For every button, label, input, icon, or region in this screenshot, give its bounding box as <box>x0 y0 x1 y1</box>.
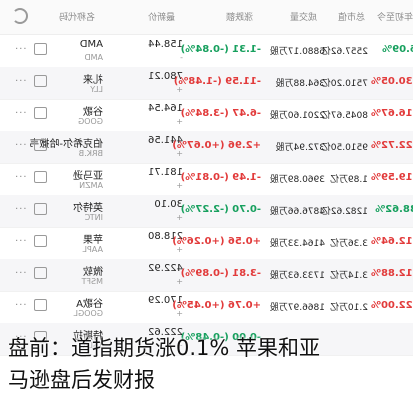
table-row[interactable]: 伯克希尔-哈撒韦 BRK.B 441.56 + +2.96 (+0.67%) 372.94… <box>0 131 413 164</box>
volume: 4164.33万股 <box>269 239 325 249</box>
table-header: 名称代码 最新价 涨跌额 成交量 总市值 年初至今 <box>0 0 413 35</box>
volume: 1866.97万股 <box>269 303 325 313</box>
change-value: +2.96 (+0.67%) <box>172 140 261 151</box>
stock-code: INTC <box>84 213 103 222</box>
market-cap: 9510.50亿 <box>321 143 368 153</box>
ytd-change: +19.59% <box>370 172 413 183</box>
table-row[interactable]: AMD AMD 158.44- -1.31 (-0.84%) 6880.17万股 2557… <box>0 35 413 68</box>
comment-icon[interactable] <box>34 139 47 151</box>
market-cap: 3.36万亿 <box>329 239 368 249</box>
volume: 4876.66万股 <box>269 207 325 217</box>
market-cap: 1282.62亿 <box>321 207 368 217</box>
stock-code: GOOGL <box>73 309 103 318</box>
caption-line-2: 马逊盘后发财报 <box>8 368 155 392</box>
change-value: +0.76 (+0.45%) <box>172 300 261 311</box>
change-value: +0.56 (+0.26%) <box>172 236 261 247</box>
ytd-change: +22.72% <box>370 140 413 151</box>
stock-code: LLY <box>90 85 103 94</box>
market-cap: 1.89万亿 <box>329 175 368 185</box>
market-cap: 3.14万亿 <box>329 271 368 281</box>
stock-name: 英特尔 <box>73 203 103 214</box>
stock-code: MSFT <box>81 277 103 286</box>
more-icon[interactable]: ··· <box>14 300 27 311</box>
col-volume[interactable]: 成交量 <box>290 10 317 23</box>
last-price: 181.71 <box>148 167 183 178</box>
table-row[interactable]: 礼来 LLY 780.21 + -11.59 (-1.48%) 364.88万股 7510.… <box>0 67 413 100</box>
ytd-change: -38.62% <box>375 204 413 215</box>
ytd-change: -6.09% <box>382 44 413 55</box>
volume: 3960.89万股 <box>269 175 325 185</box>
ytd-change: +12.88% <box>370 268 413 279</box>
stock-name: 亚马逊 <box>73 171 103 182</box>
col-name[interactable]: 名称代码 <box>59 10 95 23</box>
comment-icon[interactable] <box>34 299 47 311</box>
last-price: 158.44 <box>148 39 183 50</box>
caption-line-1: 盘前：道指期货涨0.1% 苹果和亚 <box>8 336 321 360</box>
more-icon[interactable]: ··· <box>14 108 27 119</box>
change-value: -3.81 (-0.89%) <box>180 268 261 279</box>
stock-code: BRK.B <box>78 149 103 158</box>
stock-name: 礼来 <box>83 75 103 86</box>
last-price: 164.54 <box>148 103 183 114</box>
comment-icon[interactable] <box>34 203 47 215</box>
ytd-change: +12.64% <box>370 236 413 247</box>
change-value: -6.47 (-3.84%) <box>180 108 261 119</box>
comment-icon[interactable] <box>34 75 47 87</box>
comment-icon[interactable] <box>34 43 47 55</box>
table-row[interactable]: 微软 MSFT 422.92 + -3.81 (-0.89%) 1733.63万股 3.14… <box>0 259 413 292</box>
comment-icon[interactable] <box>34 267 47 279</box>
market-cap: 7510.20亿 <box>321 79 368 89</box>
news-caption: 盘前：道指期货涨0.1% 苹果和亚 马逊盘后发财报 <box>0 322 413 400</box>
more-icon[interactable]: ··· <box>14 76 27 87</box>
stock-name: AMD <box>79 39 103 50</box>
comment-icon[interactable] <box>34 171 47 183</box>
more-icon[interactable]: ··· <box>14 44 27 55</box>
table-row[interactable]: 谷歌 GOOG 164.54 + -6.47 (-3.84%) 2201.60万股 8045… <box>0 99 413 132</box>
more-icon[interactable]: ··· <box>14 236 27 247</box>
col-change[interactable]: 涨跌额 <box>226 10 253 23</box>
volume: 372.94万股 <box>275 143 326 153</box>
ytd-change: +16.67% <box>370 108 413 119</box>
stock-code: AMZN <box>79 181 103 190</box>
market-cap: 2.10万亿 <box>329 303 368 313</box>
ytd-change: +22.00% <box>370 300 413 311</box>
volume: 6880.17万股 <box>269 47 325 57</box>
change-value: -1.31 (-0.84%) <box>180 44 261 55</box>
more-icon[interactable]: ··· <box>14 268 27 279</box>
volume: 364.88万股 <box>275 79 326 89</box>
stock-code: AMD <box>84 53 103 62</box>
more-icon[interactable]: ··· <box>14 204 27 215</box>
volume: 2201.60万股 <box>269 111 325 121</box>
volume: 1733.63万股 <box>269 271 325 281</box>
stock-name: 谷歌A <box>76 299 103 310</box>
col-price[interactable]: 最新价 <box>148 10 175 23</box>
market-cap: 2557.62亿 <box>321 47 368 57</box>
change-value: -0.70 (-2.27%) <box>180 204 261 215</box>
table-row[interactable]: 谷歌A GOOGL 170.29 + +0.76 (+0.45%) 1866.97万股 2.… <box>0 291 413 324</box>
change-value: -1.49 (-0.81%) <box>180 172 261 183</box>
stock-code: GOOG <box>78 117 103 126</box>
stock-name: 苹果 <box>83 235 103 246</box>
stock-code: AAPL <box>82 245 103 254</box>
table-row[interactable]: 英特尔 INTC 30.10 + -0.70 (-2.27%) 4876.66万股 1282… <box>0 195 413 228</box>
stock-name: 谷歌 <box>83 107 103 118</box>
more-icon[interactable]: ··· <box>14 140 27 151</box>
col-cap[interactable]: 总市值 <box>338 10 365 23</box>
table-row[interactable]: 亚马逊 AMZN 181.71 + -1.49 (-0.81%) 3960.89万股 1.8… <box>0 163 413 196</box>
ytd-change: +30.05% <box>370 76 413 87</box>
last-price: 30.10 <box>154 199 183 210</box>
col-ytd[interactable]: 年初至今 <box>377 10 413 23</box>
last-price: 422.92 <box>148 263 183 274</box>
market-cap: 8045.67亿 <box>321 111 368 121</box>
more-icon[interactable]: ··· <box>14 172 27 183</box>
comment-icon[interactable] <box>34 107 47 119</box>
change-value: -11.59 (-1.48%) <box>173 76 261 87</box>
stock-name: 微软 <box>83 267 103 278</box>
comment-icon[interactable] <box>34 235 47 247</box>
table-row[interactable]: 苹果 AAPL 218.80 + +0.56 (+0.26%) 4164.33万股 3.36… <box>0 227 413 260</box>
refresh-icon[interactable] <box>12 8 28 24</box>
